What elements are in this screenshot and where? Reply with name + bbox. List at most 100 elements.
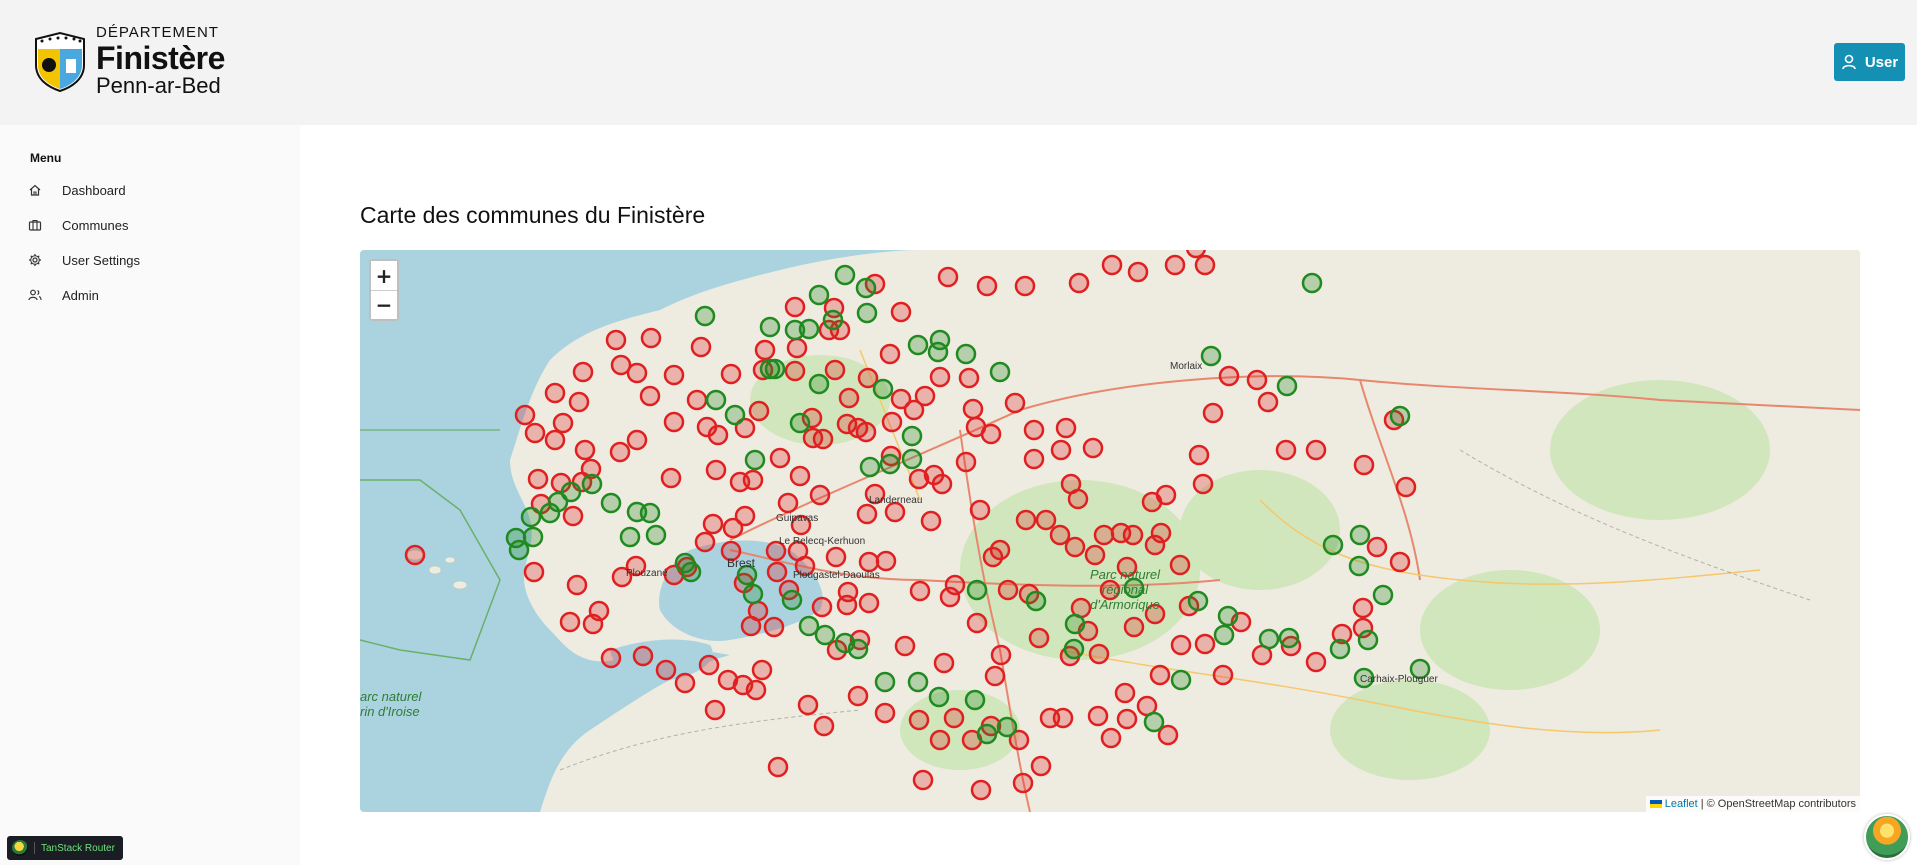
commune-marker[interactable] [939,586,961,608]
commune-marker[interactable] [527,468,549,490]
commune-marker[interactable] [705,389,727,411]
commune-marker[interactable] [544,429,566,451]
commune-marker[interactable] [1035,509,1057,531]
commune-marker[interactable] [1039,707,1061,729]
commune-marker[interactable] [717,669,739,691]
commune-marker[interactable] [1068,272,1090,294]
commune-marker[interactable] [855,421,877,443]
commune-marker[interactable] [1278,627,1300,649]
commune-marker[interactable] [912,769,934,791]
commune-marker[interactable] [626,501,648,523]
commune-marker[interactable] [1389,405,1411,427]
commune-marker[interactable] [847,685,869,707]
commune-marker[interactable] [784,296,806,318]
commune-marker[interactable] [626,362,648,384]
commune-marker[interactable] [996,716,1018,738]
commune-marker[interactable] [544,382,566,404]
commune-marker[interactable] [966,579,988,601]
commune-marker[interactable] [690,336,712,358]
commune-marker[interactable] [766,561,788,583]
commune-marker[interactable] [562,505,584,527]
commune-marker[interactable] [1185,250,1207,259]
commune-marker[interactable] [834,264,856,286]
commune-marker[interactable] [962,398,984,420]
commune-marker[interactable] [694,531,716,553]
commune-marker[interactable] [1030,755,1052,777]
commune-marker[interactable] [813,715,835,737]
commune-marker[interactable] [559,611,581,633]
user-button[interactable]: User [1834,43,1905,81]
commune-marker[interactable] [1395,476,1417,498]
commune-marker[interactable] [520,506,542,528]
commune-marker[interactable] [1257,391,1279,413]
commune-marker[interactable] [767,756,789,778]
commune-marker[interactable] [640,327,662,349]
communes-map[interactable]: Morlaix Landerneau Guipavas Le Relecq-Ke… [360,250,1860,812]
commune-marker[interactable] [931,473,953,495]
commune-marker[interactable] [811,596,833,618]
commune-marker[interactable] [724,404,746,426]
commune-marker[interactable] [748,400,770,422]
commune-marker[interactable] [1305,651,1327,673]
commune-marker[interactable] [674,552,696,574]
finistere-logo[interactable]: DÉPARTEMENT Finistère Penn-ar-Bed [32,25,225,97]
commune-marker[interactable] [822,309,844,331]
commune-marker[interactable] [769,447,791,469]
commune-marker[interactable] [574,439,596,461]
commune-marker[interactable] [1025,590,1047,612]
commune-marker[interactable] [855,277,877,299]
commune-marker[interactable] [744,449,766,471]
sidebar-item-user-settings[interactable]: User Settings [28,248,140,272]
commune-marker[interactable] [1014,275,1036,297]
commune-marker[interactable] [1149,664,1171,686]
commune-marker[interactable] [1187,590,1209,612]
commune-marker[interactable] [524,422,546,444]
commune-marker[interactable] [1170,634,1192,656]
commune-marker[interactable] [1023,448,1045,470]
commune-marker[interactable] [1212,664,1234,686]
commune-marker[interactable] [1110,522,1132,544]
commune-marker[interactable] [933,652,955,674]
commune-marker[interactable] [809,484,831,506]
commune-marker[interactable] [1012,772,1034,794]
commune-marker[interactable] [1194,254,1216,276]
commune-marker[interactable] [920,510,942,532]
commune-marker[interactable] [1329,638,1351,660]
commune-marker[interactable] [404,544,426,566]
commune-marker[interactable] [989,361,1011,383]
commune-marker[interactable] [808,284,830,306]
commune-marker[interactable] [1055,417,1077,439]
commune-marker[interactable] [929,329,951,351]
commune-marker[interactable] [1155,484,1177,506]
commune-marker[interactable] [786,337,808,359]
commune-marker[interactable] [879,453,901,475]
commune-marker[interactable] [808,373,830,395]
commune-marker[interactable] [742,583,764,605]
commune-marker[interactable] [1100,727,1122,749]
commune-marker[interactable] [1202,402,1224,424]
commune-marker[interactable] [859,456,881,478]
commune-marker[interactable] [1366,536,1388,558]
commune-marker[interactable] [698,654,720,676]
commune-marker[interactable] [966,612,988,634]
commune-marker[interactable] [907,671,929,693]
commune-marker[interactable] [660,467,682,489]
commune-marker[interactable] [523,561,545,583]
commune-marker[interactable] [955,343,977,365]
commune-marker[interactable] [874,671,896,693]
commune-marker[interactable] [1276,375,1298,397]
commune-marker[interactable] [976,275,998,297]
commune-marker[interactable] [588,600,610,622]
commune-marker[interactable] [655,659,677,681]
commune-marker[interactable] [1352,597,1374,619]
commune-marker[interactable] [890,388,912,410]
commune-marker[interactable] [566,574,588,596]
commune-marker[interactable] [789,412,811,434]
commune-marker[interactable] [740,615,762,637]
commune-marker[interactable] [1213,624,1235,646]
commune-marker[interactable] [909,580,931,602]
commune-marker[interactable] [976,723,998,745]
commune-marker[interactable] [759,316,781,338]
commune-marker[interactable] [1372,584,1394,606]
commune-marker[interactable] [838,387,860,409]
